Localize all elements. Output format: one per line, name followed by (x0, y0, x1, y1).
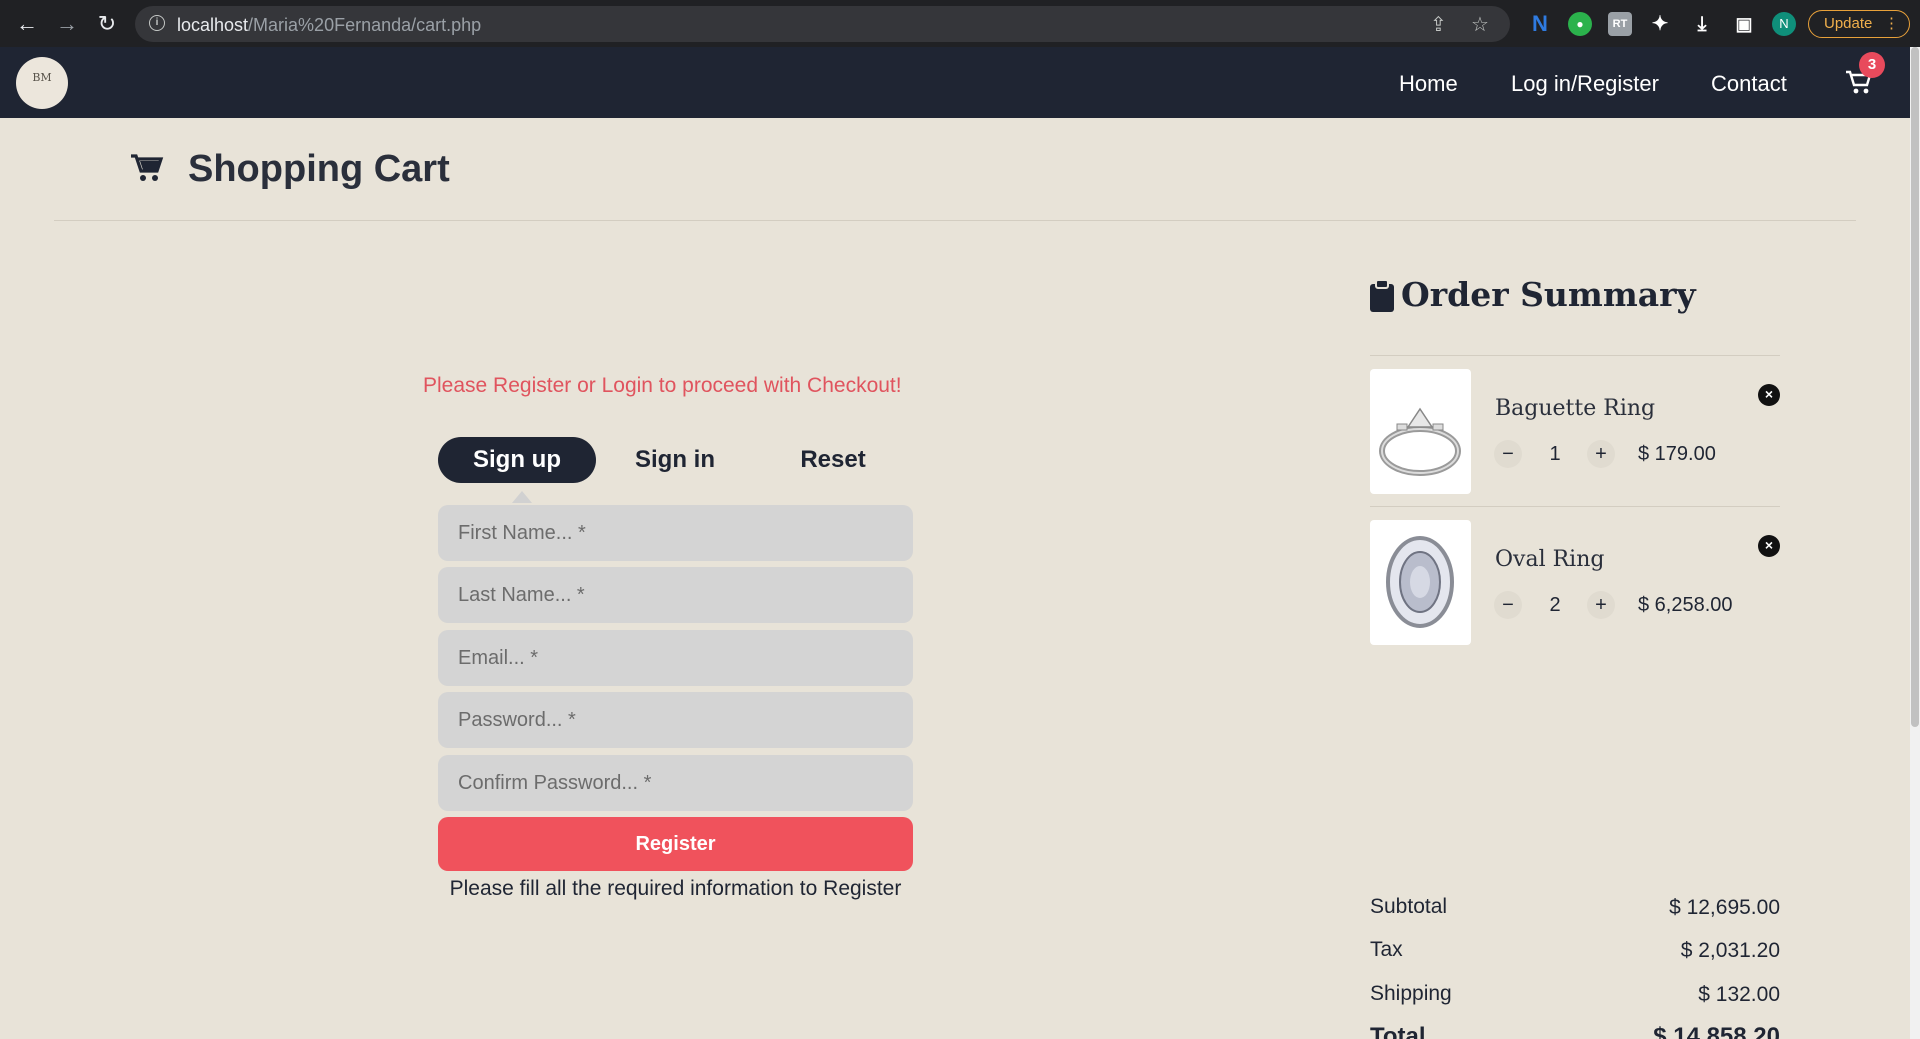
total-value: $ 14,858.20 (1653, 1023, 1780, 1039)
tab-sign-in[interactable]: Sign in (610, 437, 740, 483)
increase-qty-button[interactable]: + (1587, 591, 1615, 619)
tab-pointer (512, 491, 532, 503)
first-name-field[interactable] (438, 505, 913, 561)
confirm-password-field[interactable] (438, 755, 913, 811)
title-divider (54, 220, 1856, 221)
shipping-label: Shipping (1370, 982, 1452, 1005)
update-button[interactable]: Update ⋮ (1808, 10, 1910, 38)
extensions-puzzle-icon[interactable]: ✦ (1648, 12, 1672, 36)
extension-n-icon[interactable]: N (1528, 12, 1552, 36)
remove-item-icon[interactable]: × (1758, 384, 1780, 406)
item-price: $ 179.00 (1638, 443, 1716, 465)
extension-green-icon[interactable]: ● (1568, 12, 1592, 36)
email-field[interactable] (438, 630, 913, 686)
browser-toolbar: ← → ↻ i localhost/Maria%20Fernanda/cart.… (0, 0, 1920, 47)
item-divider (1370, 506, 1780, 507)
item-qty: 2 (1549, 594, 1561, 616)
site-info-icon[interactable]: i (149, 15, 165, 31)
summary-divider (1370, 355, 1780, 356)
tab-reset[interactable]: Reset (768, 437, 898, 483)
reload-icon[interactable]: ↻ (94, 11, 120, 37)
last-name-field[interactable] (438, 567, 913, 623)
remove-item-icon[interactable]: × (1758, 535, 1780, 557)
page-scrollbar[interactable] (1910, 47, 1920, 1039)
page-title: Shopping Cart (188, 148, 450, 190)
item-name: Baguette Ring (1495, 396, 1656, 421)
total-label: Total (1370, 1023, 1426, 1039)
scrollbar-thumb[interactable] (1911, 47, 1919, 727)
share-icon[interactable]: ⇪ (1430, 12, 1447, 37)
checkout-login-message: Please Register or Login to proceed with… (423, 374, 902, 397)
forward-icon[interactable]: → (54, 11, 80, 37)
register-button[interactable]: Register (438, 817, 913, 871)
baguette-ring-image[interactable] (1370, 369, 1471, 494)
oval-ring-image[interactable] (1370, 520, 1471, 645)
back-icon[interactable]: ← (14, 11, 40, 37)
profile-avatar[interactable]: N (1772, 12, 1796, 36)
order-summary-title: Order Summary (1401, 275, 1696, 314)
side-panel-icon[interactable]: ▣ (1732, 12, 1756, 36)
address-bar[interactable]: i localhost/Maria%20Fernanda/cart.php ⇪ … (135, 6, 1510, 42)
site-header: BM Home Log in/Register Contact 3 (0, 47, 1910, 118)
required-info-message: Please fill all the required information… (449, 877, 902, 900)
shopping-cart-icon (131, 154, 164, 181)
decrease-qty-button[interactable]: − (1494, 440, 1522, 468)
menu-dots-icon[interactable]: ⋮ (1884, 11, 1899, 36)
nav-contact[interactable]: Contact (1711, 71, 1787, 97)
subtotal-label: Subtotal (1370, 895, 1448, 918)
nav-home[interactable]: Home (1399, 71, 1458, 97)
url-text[interactable]: localhost/Maria%20Fernanda/cart.php (177, 15, 481, 36)
shipping-value: $ 132.00 (1698, 983, 1780, 1006)
decrease-qty-button[interactable]: − (1494, 591, 1522, 619)
download-icon[interactable]: ⤓ (1690, 12, 1714, 36)
bookmark-star-icon[interactable]: ☆ (1471, 12, 1489, 37)
increase-qty-button[interactable]: + (1587, 440, 1615, 468)
extension-rt-icon[interactable]: RT (1608, 12, 1632, 36)
tax-label: Tax (1370, 938, 1403, 961)
cart-count-badge: 3 (1859, 52, 1885, 78)
logo-text: BM (32, 71, 52, 84)
tax-value: $ 2,031.20 (1680, 939, 1780, 962)
tab-sign-up[interactable]: Sign up (438, 437, 596, 483)
password-field[interactable] (438, 692, 913, 748)
nav-login-register[interactable]: Log in/Register (1511, 71, 1659, 97)
item-price: $ 6,258.00 (1638, 594, 1733, 616)
item-name: Oval Ring (1495, 547, 1605, 572)
clipboard-icon (1370, 280, 1394, 312)
item-qty: 1 (1549, 443, 1561, 465)
site-logo[interactable]: BM (16, 57, 68, 109)
subtotal-value: $ 12,695.00 (1669, 896, 1780, 919)
